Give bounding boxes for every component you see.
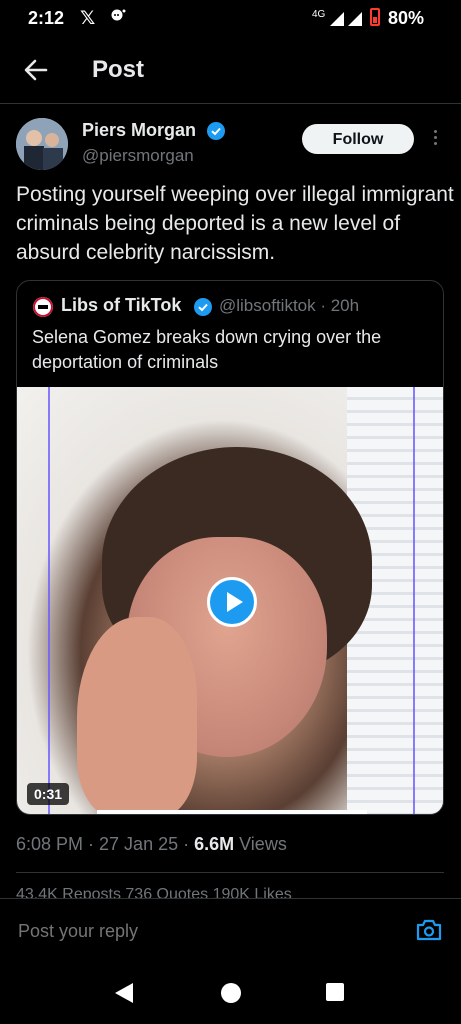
- timestamp-text: 6:08 PM · 27 Jan 25 ·: [16, 834, 195, 854]
- verified-badge-icon: [207, 122, 225, 140]
- author-name[interactable]: Piers Morgan: [82, 120, 196, 141]
- quoted-author-handle: @libsoftiktok · 20h: [219, 296, 360, 315]
- play-icon[interactable]: [207, 577, 257, 627]
- notification-icon: [111, 9, 126, 21]
- nav-recents-icon[interactable]: [326, 983, 344, 1001]
- page-title: Post: [92, 56, 145, 83]
- views-count[interactable]: 6.6M: [194, 834, 234, 854]
- post-text: Posting yourself weeping over illegal im…: [16, 183, 454, 264]
- author-handle[interactable]: @piersmorgan: [82, 146, 194, 166]
- quoted-post[interactable]: Libs of TikTok @libsoftiktok · 20h Selen…: [16, 280, 444, 815]
- signal-icon: [330, 12, 362, 26]
- nav-home-icon[interactable]: [221, 983, 241, 1003]
- verified-badge-icon: [194, 298, 212, 316]
- back-arrow-icon[interactable]: [22, 56, 50, 84]
- battery-percent: 80%: [388, 8, 425, 28]
- reply-input[interactable]: [16, 920, 380, 943]
- video-edge-line: [48, 387, 50, 814]
- status-bar: 2:12 𝕏 4G 80%: [0, 0, 461, 36]
- hand-shape: [77, 617, 197, 814]
- header-divider: [0, 103, 461, 104]
- more-options-icon[interactable]: [430, 128, 440, 150]
- video-caption-bar: [97, 810, 367, 814]
- network-type: 4G: [312, 9, 326, 20]
- video-duration: 0:31: [27, 783, 70, 805]
- follow-button[interactable]: Follow: [302, 124, 414, 154]
- post-timestamp: 6:08 PM · 27 Jan 25 · 6.6M Views: [16, 834, 287, 855]
- video-thumbnail[interactable]: 0:31: [17, 387, 443, 814]
- battery-icon: [370, 8, 380, 26]
- avatar[interactable]: [16, 118, 68, 170]
- meta-divider: [16, 872, 444, 873]
- nav-back-icon[interactable]: [115, 983, 133, 1003]
- video-edge-line: [413, 387, 415, 814]
- views-label: Views: [234, 834, 287, 854]
- quoted-text: Selena Gomez breaks down crying over the…: [32, 327, 382, 372]
- quoted-avatar: [33, 297, 53, 317]
- x-logo-icon: 𝕏: [80, 8, 96, 29]
- status-time: 2:12: [28, 8, 65, 28]
- quoted-author-name: Libs of TikTok: [61, 295, 182, 315]
- camera-icon[interactable]: [416, 918, 442, 942]
